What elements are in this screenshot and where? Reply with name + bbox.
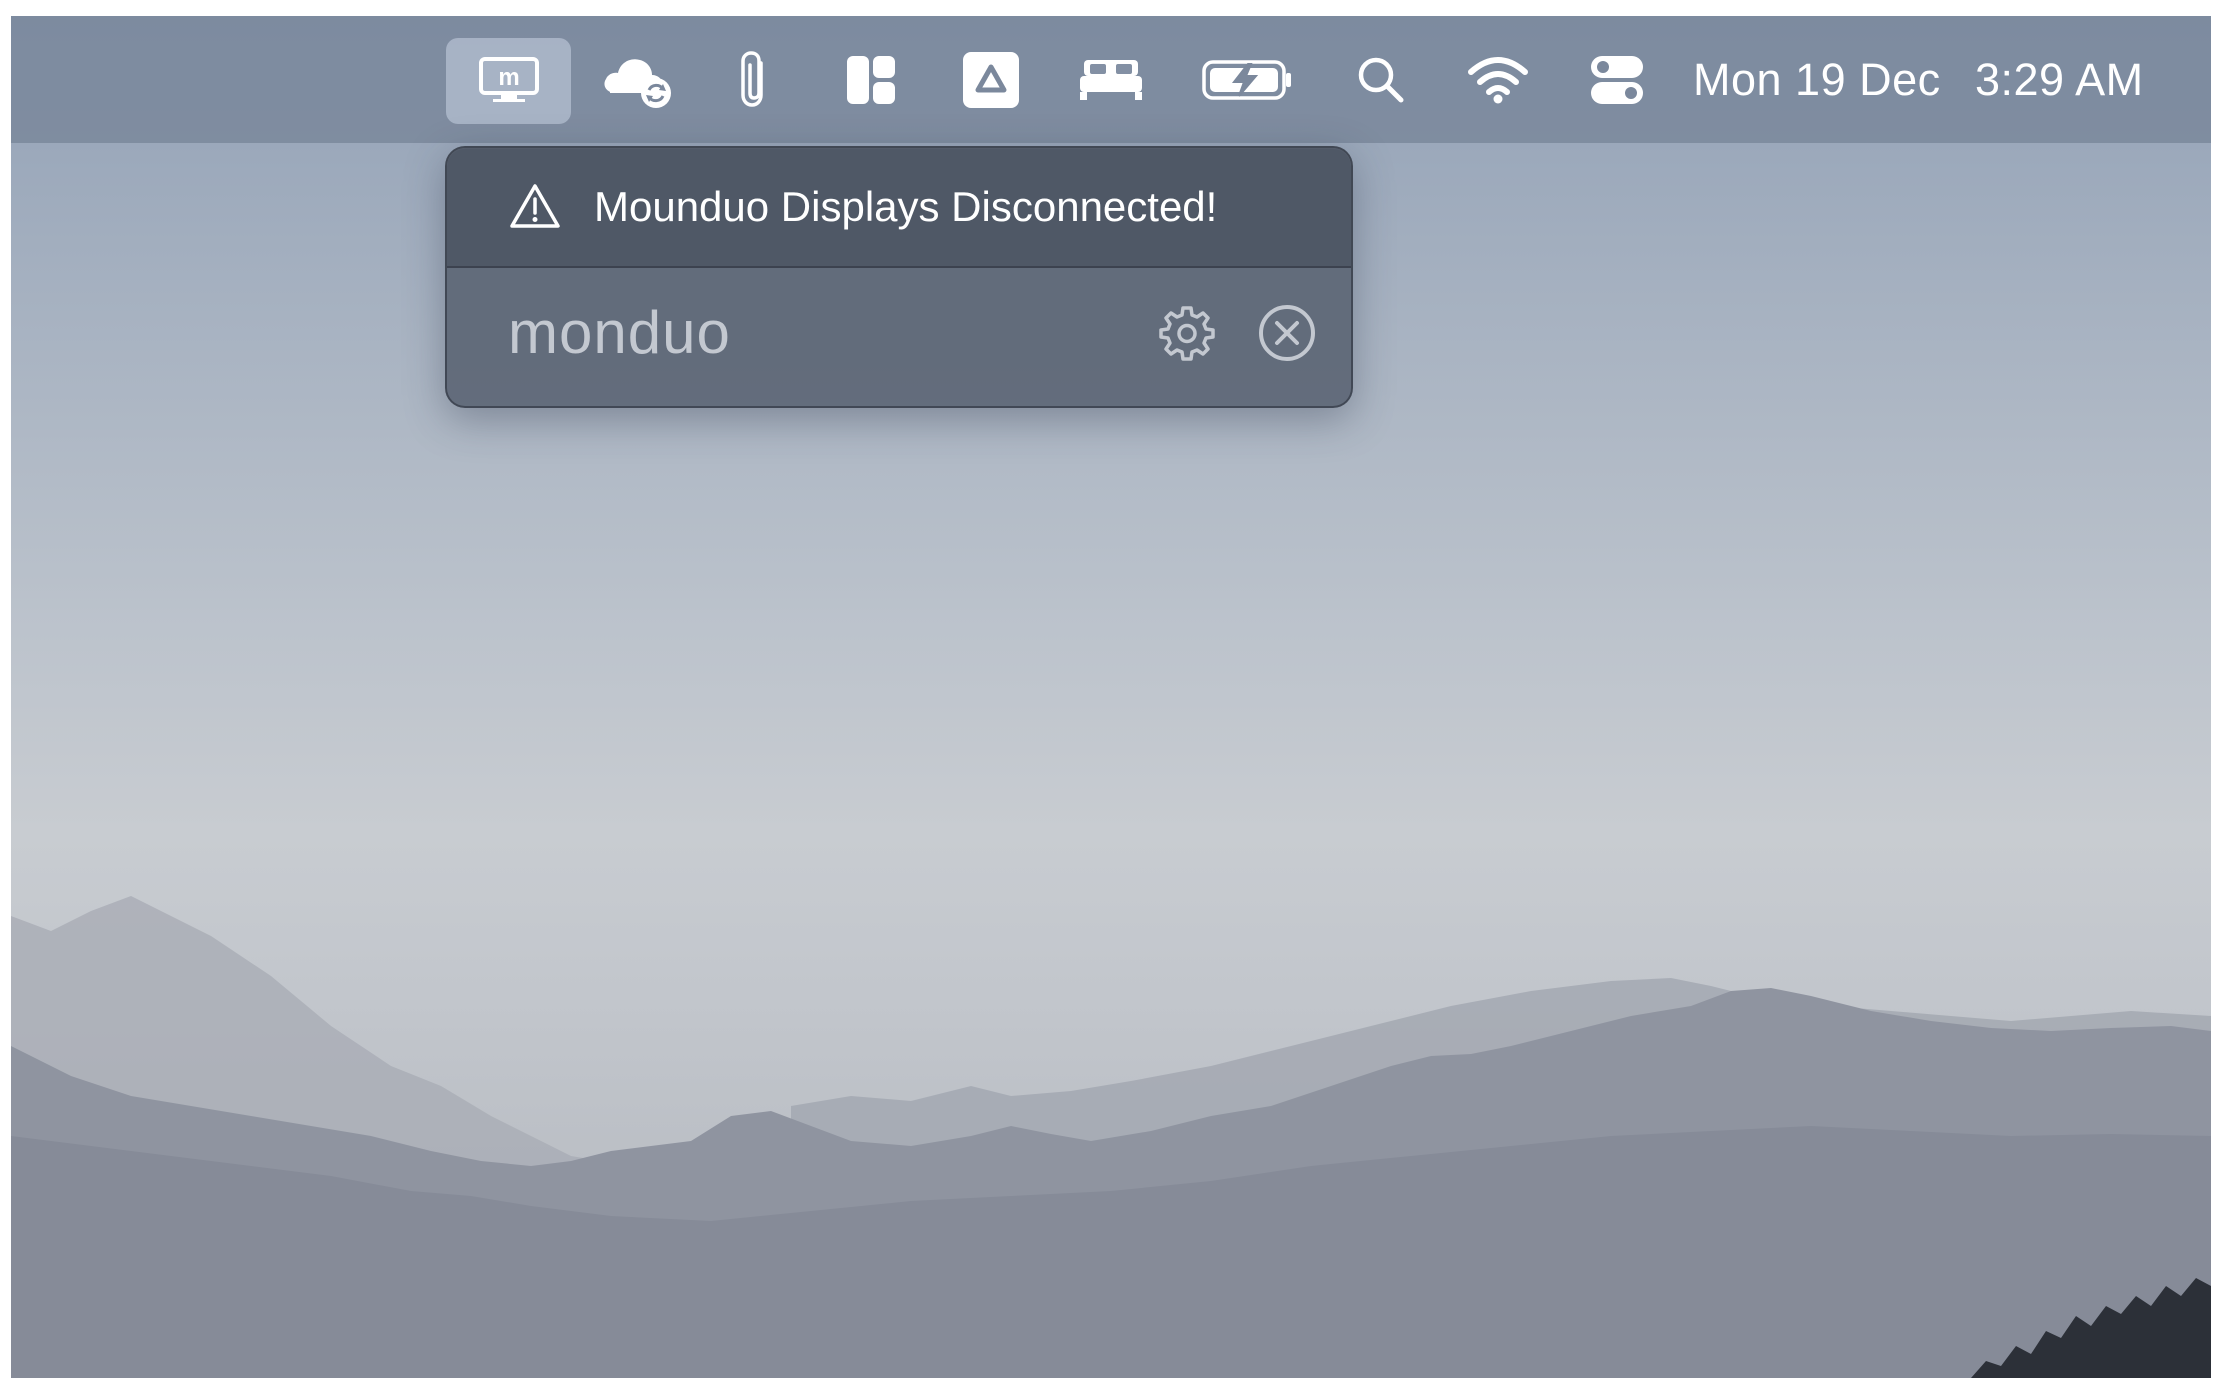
control-center-icon[interactable] — [1585, 16, 1649, 143]
battery-charging-icon[interactable] — [1198, 16, 1298, 143]
disconnect-alert: Mounduo Displays Disconnected! — [447, 148, 1351, 268]
popover-footer: monduo — [447, 268, 1351, 406]
google-drive-icon[interactable] — [956, 16, 1026, 143]
spotlight-search-icon[interactable] — [1353, 16, 1409, 143]
bed-icon[interactable] — [1071, 16, 1151, 143]
svg-text:m: m — [498, 64, 519, 91]
cloud-sync-icon[interactable] — [594, 16, 684, 143]
close-circle-icon[interactable] — [1255, 301, 1319, 365]
monduo-popover: Mounduo Displays Disconnected! monduo — [445, 146, 1353, 408]
monduo-icon[interactable]: m — [470, 16, 547, 143]
wifi-icon[interactable] — [1463, 16, 1533, 143]
warning-triangle-icon — [510, 184, 560, 228]
monduo-logo: monduo — [508, 299, 731, 366]
clock-time: 3:29 AM — [1975, 54, 2144, 105]
paperclip-icon[interactable] — [731, 16, 781, 143]
clock-date: Mon 19 Dec — [1693, 54, 1941, 105]
settings-gear-icon[interactable] — [1155, 301, 1219, 365]
alert-message: Mounduo Displays Disconnected! — [594, 183, 1218, 230]
desktop: m Mon 19 Dec 3:29 AM Mounduo Displays Di… — [11, 16, 2211, 1378]
menu-bar: m Mon 19 Dec 3:29 AM — [11, 16, 2211, 143]
window-layout-icon[interactable] — [841, 16, 901, 143]
